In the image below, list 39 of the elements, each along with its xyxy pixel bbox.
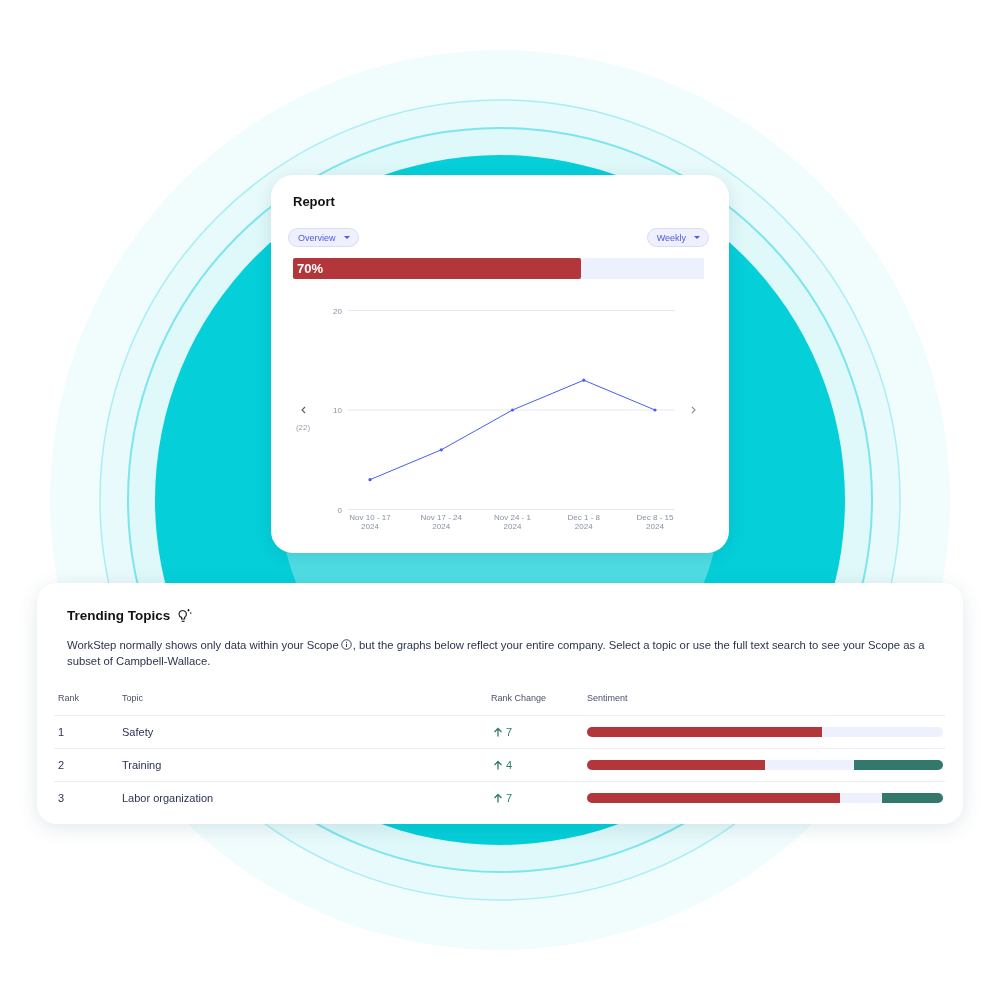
caret-icon bbox=[343, 236, 350, 239]
lightbulb-icon bbox=[176, 608, 193, 624]
axis-label: Nov 17 - 24 2024 bbox=[420, 513, 462, 531]
dropdown-button[interactable]: Overview bbox=[288, 228, 359, 247]
table-cell: 3 bbox=[58, 792, 65, 804]
axis-label: 10 bbox=[333, 406, 342, 415]
column-header: Topic bbox=[121, 692, 144, 703]
axis-label: 20 bbox=[333, 306, 342, 316]
table-cell: Training bbox=[122, 759, 162, 771]
table-cell: 2 bbox=[58, 759, 65, 771]
rank-change-value: 7 bbox=[506, 792, 513, 804]
chevron-right-icon[interactable] bbox=[691, 406, 696, 414]
data-point bbox=[582, 378, 586, 382]
data-point bbox=[653, 408, 657, 412]
axis-label: Nov 10 - 17 2024 bbox=[349, 513, 391, 531]
card-title: Trending Topics bbox=[67, 607, 171, 625]
column-header: Rank bbox=[57, 692, 80, 703]
progress-label: 70% bbox=[296, 261, 324, 276]
description-text: WorkStep normally shows only data within your Scope , but the graphs below reflect your entire company. Select a topic or use the full text search to see your Scope as a subset of Campbell-Wallace. bbox=[67, 638, 926, 669]
table-cell: Safety bbox=[122, 726, 154, 738]
rank-change-value: 4 bbox=[506, 759, 513, 771]
card-title: Report bbox=[293, 194, 335, 210]
caret-icon bbox=[694, 236, 700, 239]
data-point bbox=[439, 448, 443, 452]
data-point bbox=[510, 408, 515, 412]
axis-label: Dec 1 - 8 2024 bbox=[567, 513, 600, 531]
axis-label: 0 bbox=[337, 505, 342, 515]
dropdown-button[interactable]: Weekly bbox=[646, 228, 709, 247]
column-header: Sentiment bbox=[586, 692, 629, 703]
count-label: (22) bbox=[295, 423, 311, 432]
info-icon[interactable] bbox=[340, 639, 352, 650]
table-cell: 1 bbox=[58, 726, 65, 738]
column-header: Rank Change bbox=[490, 692, 548, 703]
rank-change-value: 7 bbox=[506, 726, 513, 738]
data-point bbox=[368, 478, 372, 482]
axis-label: Nov 24 - 1 2024 bbox=[494, 513, 531, 531]
axis-label: Dec 8 - 15 2024 bbox=[636, 513, 674, 531]
table-cell: Labor organization bbox=[122, 792, 214, 804]
chevron-left-icon[interactable] bbox=[301, 406, 306, 414]
